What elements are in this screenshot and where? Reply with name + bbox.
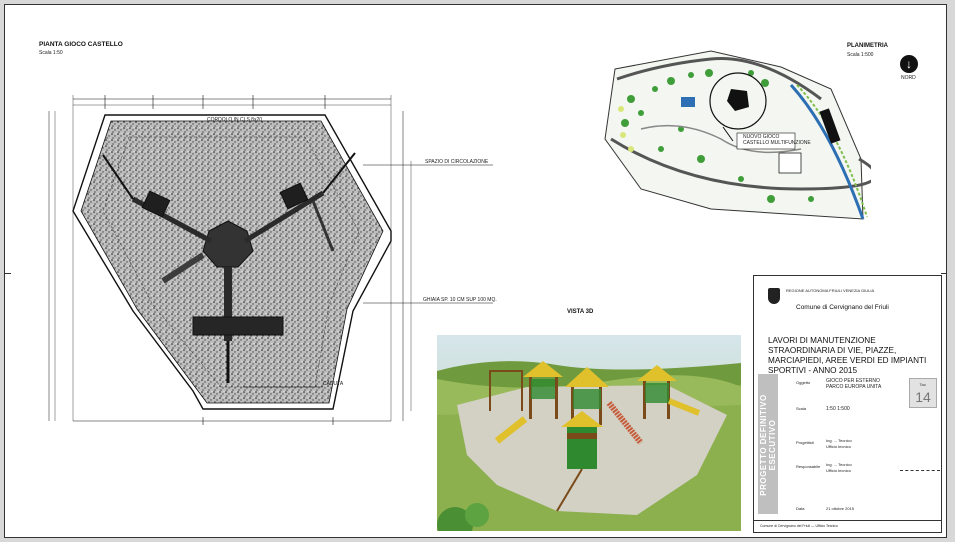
label-gravel: GHIAIA SP. 10 CM SUP 100 MQ. — [423, 297, 497, 303]
scale-label: Scala — [796, 406, 807, 411]
municipality-name: Comune di Cervignano del Friuli — [796, 304, 889, 311]
designer-label: Progettisti — [796, 440, 814, 445]
sheet-label: Tav. — [919, 382, 927, 387]
designer-value: Ing. ... Tecnico Ufficio tecnico — [826, 438, 852, 449]
label-circulation: SPAZIO DI CIRCOLAZIONE — [425, 159, 489, 165]
label-concrete-curb: CORDOLO IN CLS 8x20 — [207, 117, 263, 123]
phase-band: PROGETTO DEFINITIVO ESECUTIVO — [758, 374, 778, 514]
playground-3d-render — [437, 335, 741, 531]
phase-label: PROGETTO DEFINITIVO ESECUTIVO — [759, 394, 777, 496]
footer-text: Comune di Cervignano del Friuli — Uffici… — [760, 524, 838, 528]
region-lines: REGIONE AUTONOMA FRIULI VENEZIA GIULIA — [786, 288, 875, 293]
view3d-title: VISTA 3D — [567, 309, 594, 315]
municipality-logo-icon — [768, 288, 780, 304]
scale-value: 1:50 1:500 — [826, 406, 850, 412]
footer-rule — [754, 520, 941, 521]
manager-value: Ing. ... Tecnico Ufficio tecnico — [826, 462, 852, 473]
site-plan-drawing — [604, 50, 871, 220]
frame-tick — [941, 273, 946, 274]
north-arrow-icon: ↓ — [900, 55, 918, 73]
date-value: 21 ottobre 2015 — [826, 506, 855, 511]
plan-scale: Scala 1:50 — [39, 50, 63, 56]
sheet-number: 14 — [915, 389, 931, 405]
sheet-number-box: Tav. 14 — [909, 378, 937, 408]
label-fall: CADUTA — [323, 381, 344, 387]
drawing-sheet: PIANTA GIOCO CASTELLO Scala 1:50 CORDOLO… — [4, 4, 947, 538]
project-title: LAVORI DI MANUTENZIONE STRAORDINARIA DI … — [768, 336, 927, 375]
title-block: REGIONE AUTONOMA FRIULI VENEZIA GIULIA C… — [753, 275, 942, 533]
date-label: Data — [796, 506, 805, 511]
object-label: Oggetto — [796, 380, 811, 385]
frame-tick — [5, 273, 11, 274]
manager-label: Responsabile — [796, 464, 821, 469]
plan-title: PIANTA GIOCO CASTELLO — [39, 41, 123, 48]
object-value: GIOCO PER ESTERNO PARCO EUROPA UNITA — [826, 378, 882, 390]
site-plan-callout: NUOVO GIOCO CASTELLO MULTIFUNZIONE — [743, 134, 811, 146]
north-label: NORD — [901, 75, 916, 81]
dashed-rule — [900, 470, 940, 471]
